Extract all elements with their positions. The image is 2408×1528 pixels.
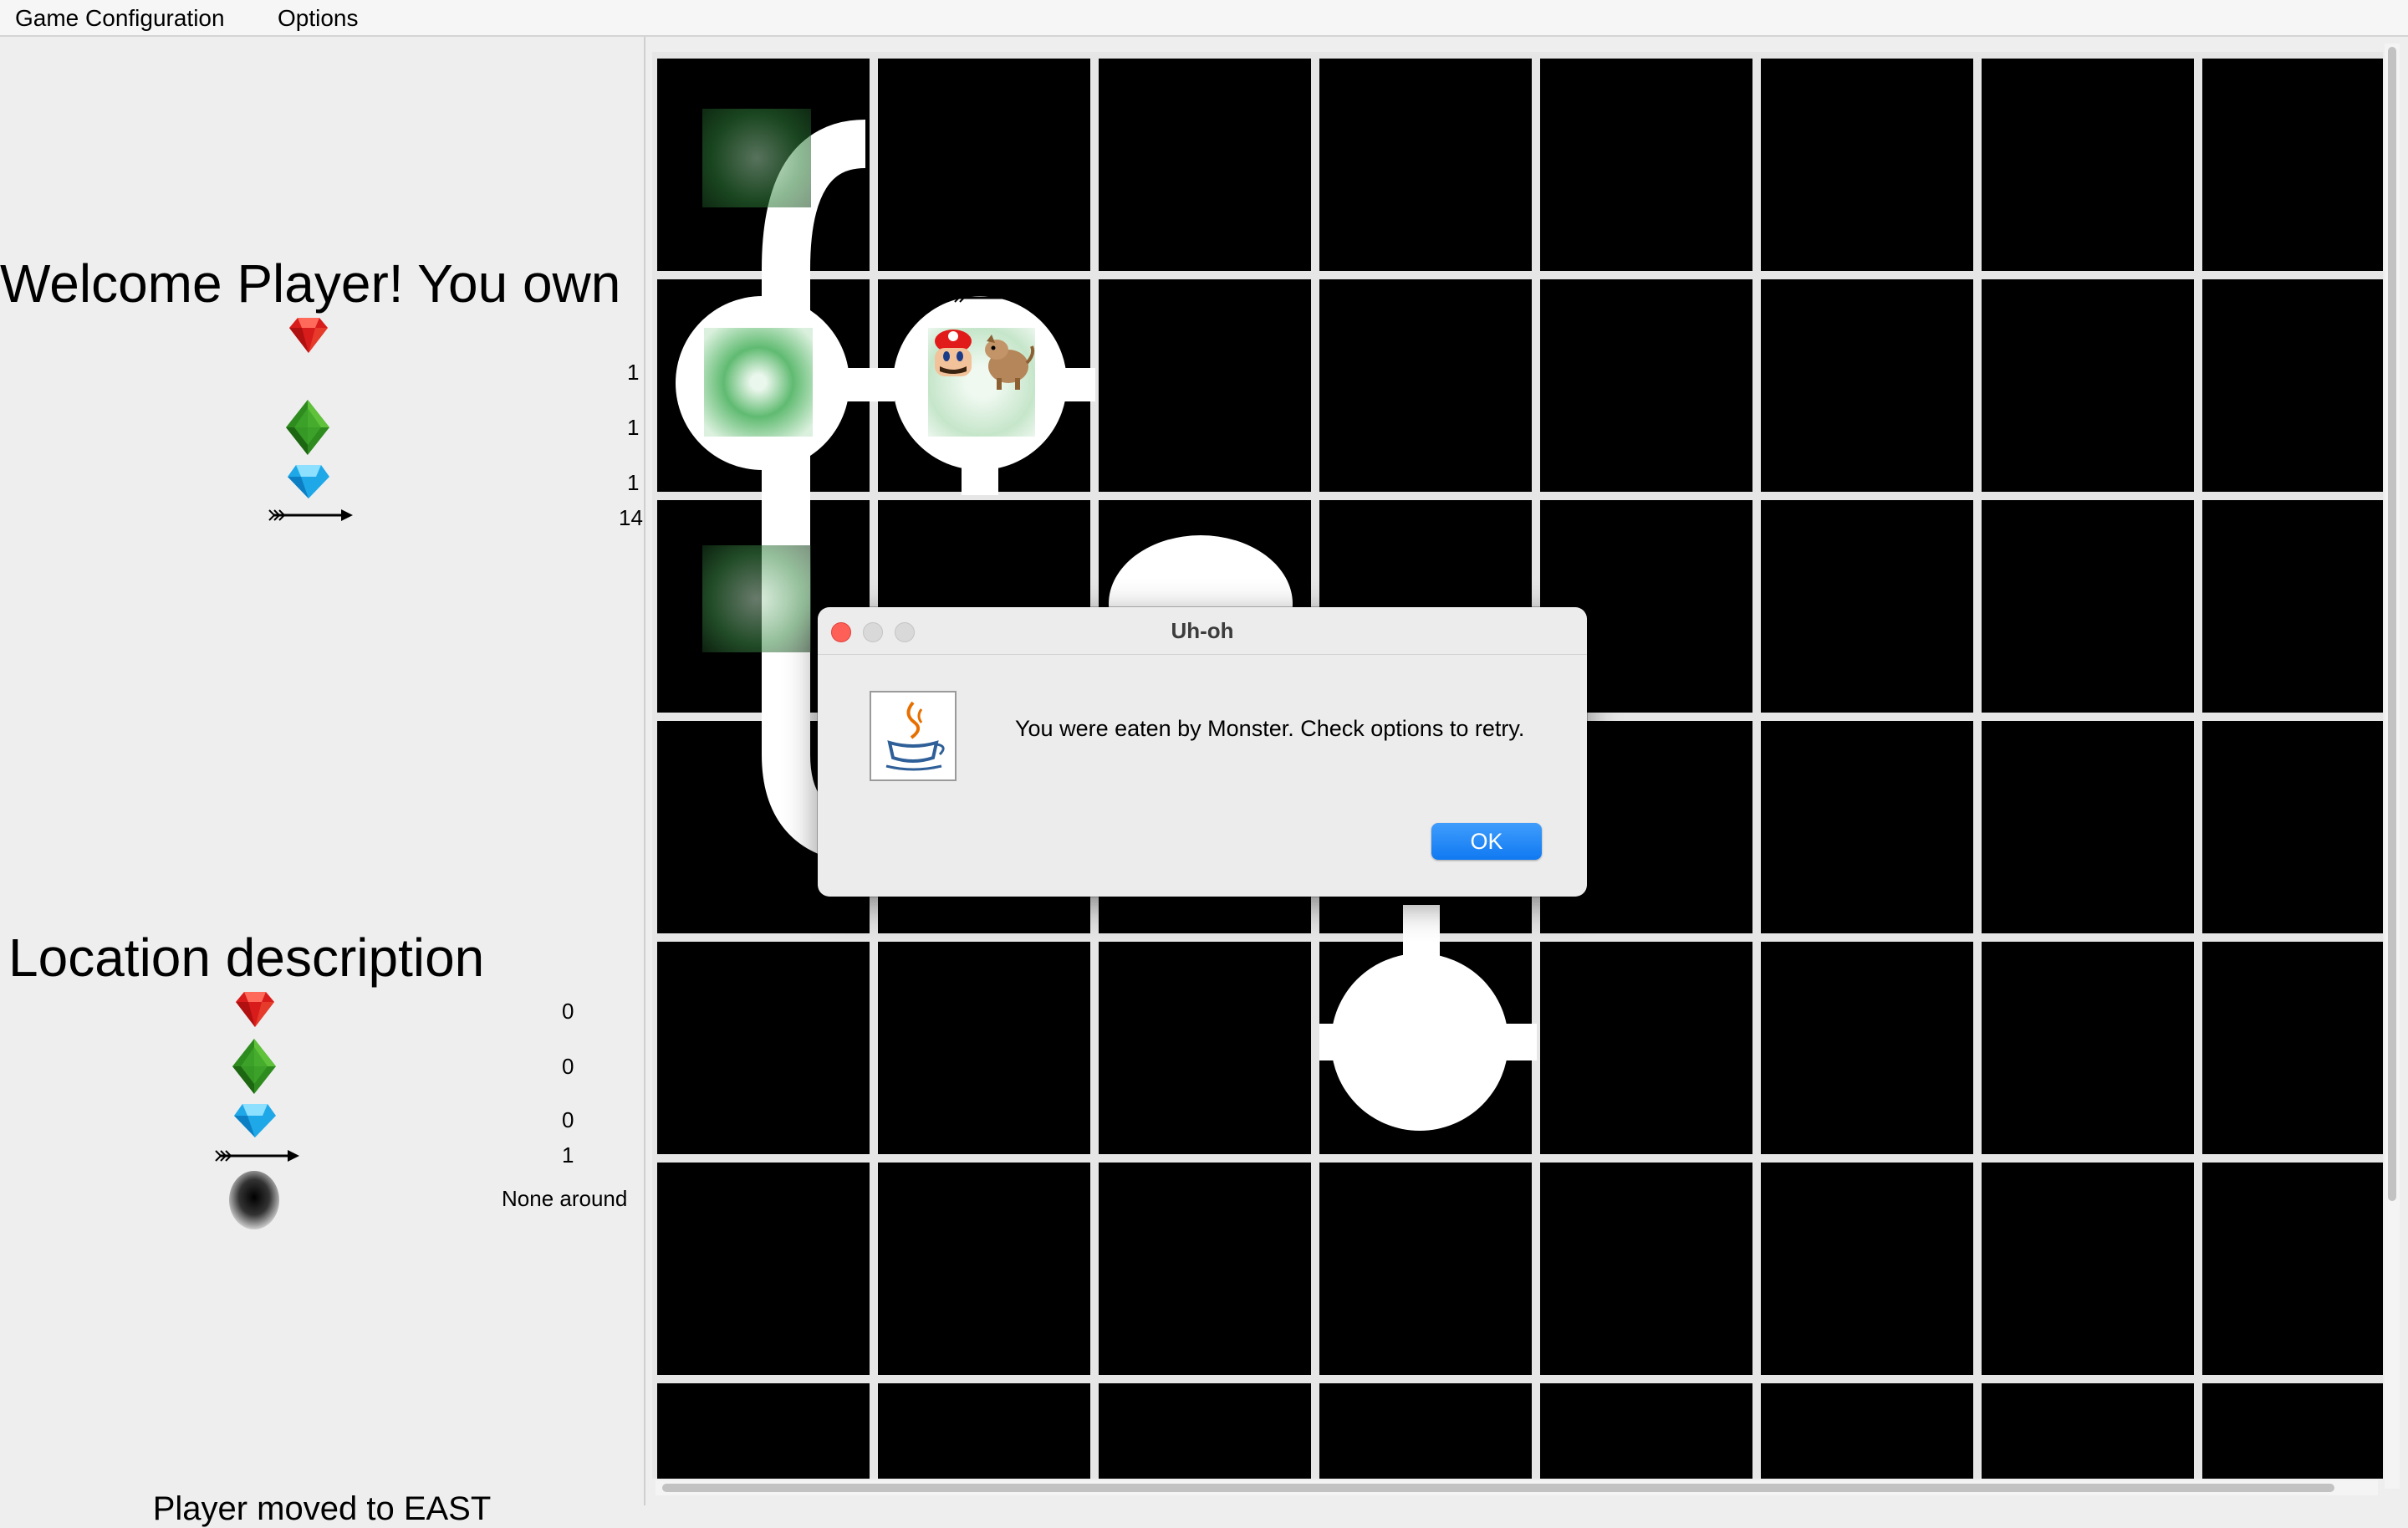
dialog-title: Uh-oh	[1171, 618, 1234, 643]
player-heading: Welcome Player! You own	[0, 253, 621, 314]
arrow-icon	[268, 509, 353, 521]
status-message: Player moved to EAST	[152, 1490, 492, 1527]
location-arrow-count: 1	[562, 1142, 574, 1168]
player-emerald-count: 1	[627, 415, 640, 440]
menu-bar: Game Configuration Options	[0, 0, 2408, 37]
location-diamond-count: 0	[562, 1107, 574, 1132]
location-heading: Location description	[8, 928, 485, 988]
java-coffee-icon	[870, 691, 957, 781]
ruby-gem-icon	[289, 318, 328, 353]
info-panel: Welcome Player! You own 1 1 1 14 Locatio…	[0, 37, 644, 1527]
menu-options[interactable]: Options	[271, 0, 365, 35]
location-emerald-count: 0	[562, 1054, 574, 1079]
diamond-gem-icon	[288, 465, 329, 498]
monster-icon	[985, 335, 1035, 390]
game-over-dialog: Uh-oh You were eaten by Monster. Check o…	[818, 607, 1587, 897]
player-diamond-count: 1	[627, 470, 640, 495]
emerald-gem-icon	[232, 1039, 276, 1094]
vertical-scroll-thumb[interactable]	[2388, 47, 2396, 1201]
player-arrow-count: 14	[619, 505, 643, 530]
menu-game-configuration[interactable]: Game Configuration	[8, 0, 232, 35]
ruby-gem-icon	[236, 992, 274, 1027]
smell-pit-icon	[229, 1171, 279, 1229]
dialog-message: You were eaten by Monster. Check options…	[1015, 716, 1525, 741]
vertical-scrollbar[interactable]	[2385, 43, 2400, 1489]
horizontal-scroll-thumb[interactable]	[662, 1484, 2334, 1492]
horizontal-scrollbar[interactable]	[656, 1480, 2378, 1495]
smell-tile	[702, 109, 811, 207]
player-ruby-count: 1	[627, 360, 640, 385]
arrow-icon	[954, 293, 1028, 303]
ok-button[interactable]: OK	[1431, 823, 1542, 860]
location-ruby-count: 0	[562, 999, 574, 1024]
dialog-titlebar: Uh-oh	[818, 607, 1587, 655]
arrow-icon	[215, 1150, 299, 1162]
smell-tile	[702, 545, 811, 652]
emerald-gem-icon	[286, 400, 329, 455]
player-mario-icon	[935, 330, 972, 376]
smell-status: None around	[502, 1186, 628, 1211]
smell-tile	[704, 328, 813, 437]
diamond-gem-icon	[234, 1104, 276, 1137]
